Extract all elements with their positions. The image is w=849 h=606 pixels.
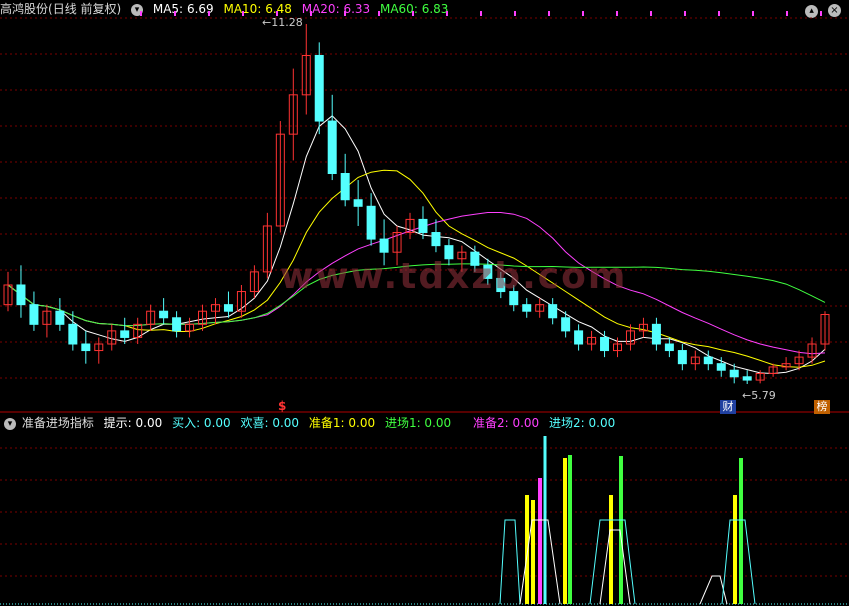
indicator-spike bbox=[525, 495, 529, 604]
finance-marker[interactable]: 财 bbox=[720, 400, 736, 414]
ranking-marker[interactable]: 榜 bbox=[814, 400, 830, 414]
buy-value: 买入: 0.00 bbox=[172, 416, 231, 430]
top-marker-dot bbox=[752, 11, 754, 16]
indicator-outline bbox=[721, 519, 756, 605]
candle-body bbox=[353, 199, 363, 207]
prep2-value: 准备2: 0.00 bbox=[472, 416, 540, 430]
indicator-spike bbox=[563, 458, 567, 604]
tip-value: 提示: 0.00 bbox=[103, 416, 163, 430]
candlestick-chart[interactable] bbox=[0, 0, 849, 414]
indicator-outline bbox=[589, 519, 636, 605]
indicator-name: 准备进场指标 bbox=[21, 416, 94, 430]
top-marker-dot bbox=[412, 11, 414, 16]
top-marker-dot bbox=[242, 11, 244, 16]
top-marker-dot bbox=[786, 11, 788, 16]
top-marker-dot bbox=[616, 11, 618, 16]
top-marker-dot bbox=[140, 11, 142, 16]
top-marker-dot bbox=[820, 11, 822, 16]
candle-body bbox=[742, 376, 752, 381]
indicator-spike bbox=[568, 455, 572, 604]
candle-body bbox=[522, 304, 532, 312]
candle-body bbox=[81, 343, 91, 352]
candle-body bbox=[223, 304, 233, 312]
candle-body bbox=[55, 310, 65, 325]
top-marker-dot bbox=[582, 11, 584, 16]
indicator-spike bbox=[733, 495, 737, 604]
top-marker-dot bbox=[548, 11, 550, 16]
candle-body bbox=[431, 232, 441, 247]
candle-body bbox=[68, 323, 78, 345]
candle-body bbox=[366, 205, 376, 240]
indicator-spike bbox=[531, 500, 535, 604]
top-marker-dot bbox=[344, 11, 346, 16]
top-marker-dot bbox=[480, 11, 482, 16]
enter2-value: 进场2: 0.00 bbox=[549, 416, 616, 430]
candle-body bbox=[418, 218, 428, 234]
dollar-marker[interactable]: $ bbox=[278, 399, 286, 413]
top-marker-dot bbox=[310, 11, 312, 16]
candle-body bbox=[561, 317, 571, 332]
candle-body bbox=[120, 330, 130, 338]
indicator-outline bbox=[699, 575, 728, 605]
candle-body bbox=[340, 173, 350, 201]
top-marker-dot bbox=[378, 11, 380, 16]
top-marker-dot bbox=[718, 11, 720, 16]
top-marker-dot bbox=[208, 11, 210, 16]
indicator-spike bbox=[609, 495, 613, 604]
top-marker-dot bbox=[174, 11, 176, 16]
cheer-value: 欢喜: 0.00 bbox=[240, 416, 300, 430]
top-marker-dot bbox=[514, 11, 516, 16]
candle-body bbox=[729, 369, 739, 378]
candle-body bbox=[703, 356, 713, 365]
candle-body bbox=[716, 363, 726, 371]
candle-body bbox=[29, 304, 39, 325]
indicator-spike bbox=[619, 456, 623, 604]
candle-body bbox=[664, 343, 674, 352]
indicator-outline bbox=[599, 529, 631, 605]
candle-body bbox=[379, 238, 389, 253]
candle-body bbox=[327, 120, 337, 175]
candle-body bbox=[677, 350, 687, 365]
candle-body bbox=[314, 54, 324, 122]
indicator-spike bbox=[538, 478, 542, 604]
indicator-outline bbox=[499, 519, 521, 605]
indicator-settings-icon[interactable]: ▾ bbox=[4, 417, 16, 430]
candle-body bbox=[600, 336, 610, 352]
indicator-spike bbox=[543, 436, 547, 604]
ma5-line bbox=[7, 115, 826, 375]
top-marker-dot bbox=[684, 11, 686, 16]
candle-body bbox=[651, 323, 661, 345]
top-marker-dot bbox=[650, 11, 652, 16]
enter1-value: 进场1: 0.00 bbox=[384, 416, 452, 430]
low-price-label: ←5.79 bbox=[742, 389, 776, 402]
indicator-info-bar: ▾ 准备进场指标 提示: 0.00 买入: 0.00 欢喜: 0.00 准备1:… bbox=[0, 414, 849, 432]
high-price-label: ←11.28 bbox=[262, 16, 303, 29]
candle-body bbox=[574, 330, 584, 345]
candle-body bbox=[159, 310, 169, 319]
prep1-value: 准备1: 0.00 bbox=[308, 416, 376, 430]
top-marker-dot bbox=[446, 11, 448, 16]
candle-body bbox=[16, 284, 26, 306]
candle-body bbox=[548, 304, 558, 319]
watermark-text: www.tdxzb.com bbox=[280, 256, 628, 297]
indicator-spike bbox=[739, 458, 743, 604]
candle-body bbox=[172, 317, 182, 332]
indicator-outline bbox=[519, 519, 561, 605]
